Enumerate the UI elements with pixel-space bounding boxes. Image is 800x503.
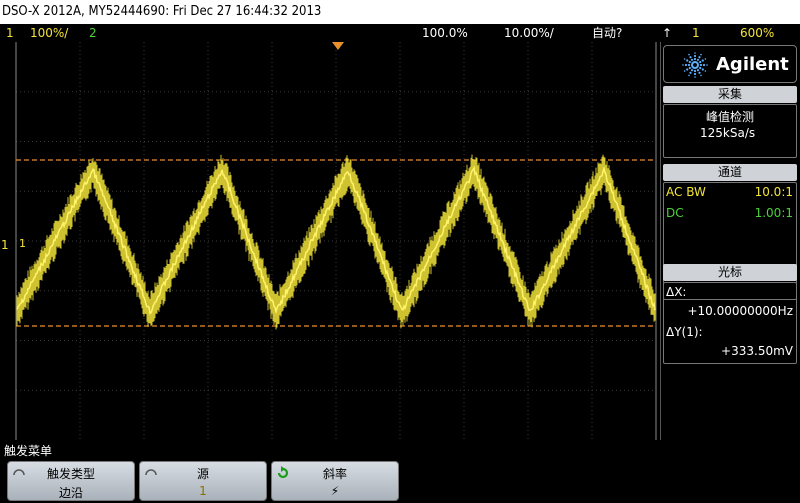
timebase[interactable]: 10.00%/	[504, 24, 554, 42]
softkey-trigger-type[interactable]: 触发类型 边沿	[7, 461, 135, 501]
ch2-coupling: DC	[666, 206, 684, 220]
ch1-coupling: AC BW	[666, 185, 706, 199]
window-title: DSO-X 2012A, MY52444690: Fri Dec 27 16:4…	[0, 0, 800, 24]
trigger-position[interactable]: 100.0%	[422, 24, 468, 42]
cursor-dx-value: +10.00000000Hz	[687, 304, 793, 318]
softkey-value: 边沿	[58, 486, 83, 500]
ch2-probe: 1.00:1	[754, 206, 793, 220]
trigger-edge-icon: ↑	[662, 26, 673, 40]
softkey-label: 斜率	[322, 467, 347, 481]
trigger-level[interactable]: 600%	[740, 24, 774, 42]
cursor-section[interactable]: ΔX: +10.00000000Hz ΔY(1): +333.50mV	[663, 282, 797, 364]
cursor-dy-value: +333.50mV	[721, 344, 793, 358]
side-panel: Agilent 采集 峰值检测 125kSa/s 通道 AC BW 10.0:1…	[660, 42, 800, 440]
channels-header[interactable]: 通道	[663, 164, 797, 181]
spark-icon	[682, 52, 708, 78]
trigger-channel[interactable]: 1	[692, 24, 700, 42]
acquire-section[interactable]: 峰值检测 125kSa/s	[663, 104, 797, 158]
cursor-dy-label: ΔY(1):	[666, 325, 703, 339]
menu-title: 触发菜单	[4, 444, 53, 458]
ch1-scale[interactable]: 100%/	[30, 24, 68, 42]
waveform-display[interactable]: 1 1	[0, 42, 660, 440]
ch1-ground-marker[interactable]: 1	[1, 238, 9, 252]
status-bar: 1 100%/ 2 100.0% 10.00%/ 自动? ↑ 1 600%	[0, 24, 800, 42]
ch2-number[interactable]: 2	[89, 24, 97, 42]
trigger-mode[interactable]: 自动?	[592, 24, 622, 42]
softkey-slope[interactable]: 斜率 ⚡	[271, 461, 399, 501]
sample-rate: 125kSa/s	[700, 126, 756, 140]
cursor-dx-label: ΔX:	[666, 285, 687, 299]
ch1-trace-label: 1	[19, 237, 26, 250]
acquire-mode: 峰值检测	[706, 110, 755, 124]
acquire-header[interactable]: 采集	[663, 86, 797, 103]
softkey-value: 1	[199, 484, 207, 498]
cursor-header[interactable]: 光标	[663, 264, 797, 281]
ch1-probe: 10.0:1	[754, 185, 793, 199]
softkey-label: 触发类型	[46, 467, 95, 481]
agilent-logo: Agilent	[663, 45, 797, 83]
softkey-value: ⚡	[330, 484, 340, 498]
ch1-number[interactable]: 1	[6, 24, 14, 42]
softkey-label: 源	[196, 467, 209, 481]
graticule: 1 1	[1, 42, 657, 440]
softkey-source[interactable]: 源 1	[139, 461, 267, 501]
